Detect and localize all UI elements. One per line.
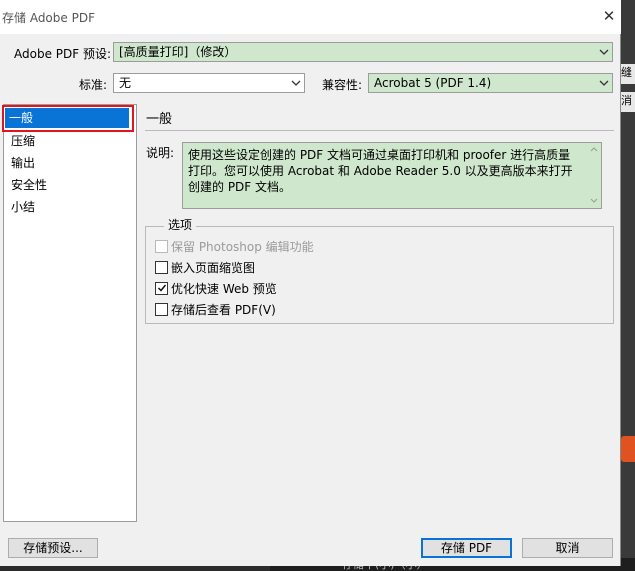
compat-value: Acrobat 5 (PDF 1.4) — [374, 76, 492, 90]
option-label: 优化快速 Web 预览 — [171, 282, 277, 296]
standard-value: 无 — [119, 76, 132, 90]
checkbox[interactable] — [155, 303, 168, 316]
sidebar-item-summary[interactable]: 小结 — [7, 197, 133, 217]
chevron-down-icon — [595, 74, 612, 92]
description-box[interactable]: 使用这些设定创建的 PDF 文档可通过桌面打印机和 proofer 进行高质量打… — [182, 142, 602, 209]
save-preset-button[interactable]: 存储预设... — [8, 538, 98, 558]
preset-label: Adobe PDF 预设: — [14, 47, 112, 61]
option-embed-thumbnails[interactable]: 嵌入页面缩览图 — [155, 260, 255, 276]
background-app-edge — [620, 0, 635, 571]
background-chip: 缝 — [621, 64, 635, 84]
sidebar-item-label: 压缩 — [11, 134, 36, 148]
option-label: 保留 Photoshop 编辑功能 — [171, 240, 314, 254]
background-logo-icon — [621, 436, 635, 462]
description-label: 说明: — [146, 146, 175, 160]
checkmark-icon — [157, 284, 167, 292]
cancel-button[interactable]: 取消 — [522, 538, 613, 558]
save-pdf-button[interactable]: 存储 PDF — [421, 538, 512, 558]
sidebar-item-compression[interactable]: 压缩 — [7, 131, 133, 151]
divider — [145, 130, 614, 131]
sidebar-item-label: 安全性 — [11, 178, 48, 192]
sidebar-item-security[interactable]: 安全性 — [7, 175, 133, 195]
sidebar-item-label: 输出 — [11, 156, 36, 170]
title-bar[interactable]: 存储 Adobe PDF ✕ — [0, 0, 621, 34]
option-label: 嵌入页面缩览图 — [171, 261, 256, 275]
section-title: 一般 — [146, 112, 173, 127]
sidebar-item-output[interactable]: 输出 — [7, 153, 133, 173]
preset-value: [高质量打印]（修改） — [119, 45, 237, 59]
chevron-down-icon — [287, 74, 304, 92]
close-icon: ✕ — [602, 7, 616, 25]
sidebar-item-label: 小结 — [11, 200, 36, 214]
scroll-down-icon[interactable] — [590, 198, 598, 203]
options-legend: 选项 — [164, 216, 197, 233]
chevron-down-icon — [595, 43, 612, 61]
scroll-up-icon[interactable] — [590, 147, 598, 152]
preset-select[interactable]: [高质量打印]（修改） — [113, 42, 613, 62]
window-title: 存储 Adobe PDF — [2, 11, 95, 25]
save-pdf-dialog: 存储 Adobe PDF ✕ Adobe PDF 预设: [高质量打印]（修改）… — [0, 0, 621, 566]
option-label: 存储后查看 PDF(V) — [171, 303, 276, 317]
checkbox — [155, 240, 168, 253]
close-button[interactable]: ✕ — [598, 5, 620, 27]
description-scrollbar[interactable] — [586, 143, 602, 208]
option-preserve-editing: 保留 Photoshop 编辑功能 — [155, 239, 314, 255]
compat-select[interactable]: Acrobat 5 (PDF 1.4) — [368, 73, 613, 93]
option-fast-web-view[interactable]: 优化快速 Web 预览 — [155, 281, 277, 297]
background-chip: 消 — [621, 92, 635, 112]
compat-label: 兼容性: — [322, 78, 363, 92]
option-view-after-save[interactable]: 存储后查看 PDF(V) — [155, 302, 276, 318]
standard-select[interactable]: 无 — [113, 73, 305, 93]
standard-label: 标准: — [79, 78, 108, 92]
checkbox[interactable] — [155, 261, 168, 274]
checkbox[interactable] — [155, 282, 168, 295]
description-text: 使用这些设定创建的 PDF 文档可通过桌面打印机和 proofer 进行高质量打… — [188, 148, 573, 194]
selection-highlight — [2, 105, 134, 132]
